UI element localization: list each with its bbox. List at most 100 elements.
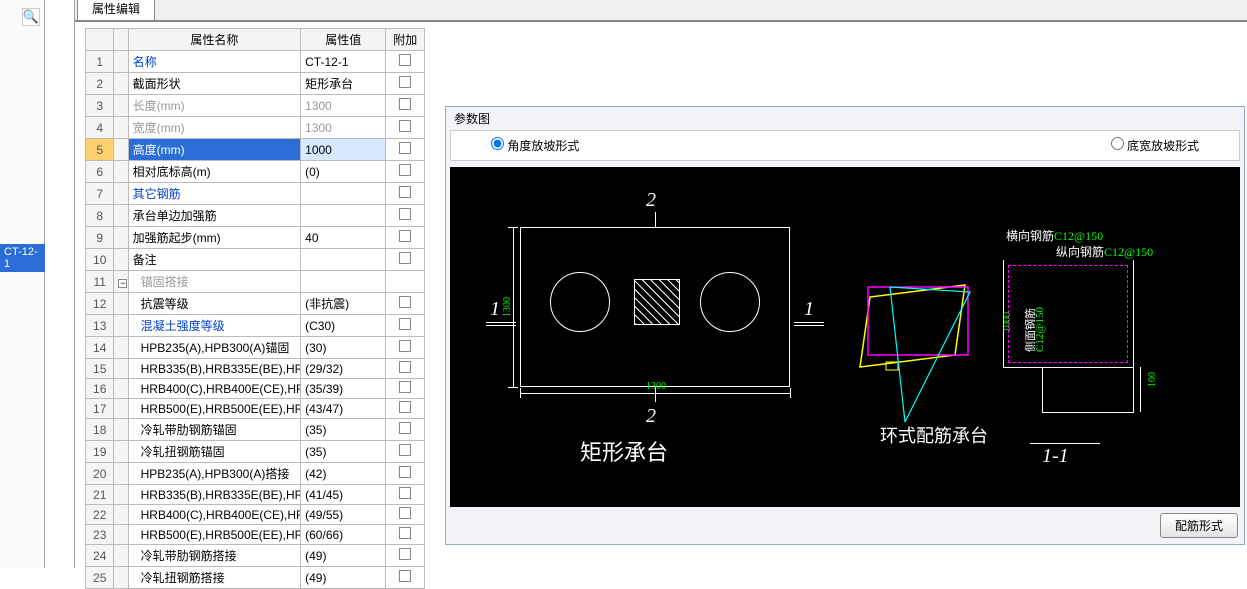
property-value[interactable]: CT-12-1: [301, 51, 386, 73]
col-header-value[interactable]: 属性值: [301, 29, 386, 51]
addon-checkbox[interactable]: [399, 466, 411, 478]
property-value[interactable]: (35/39): [301, 379, 386, 399]
property-name: HRB335(B),HRB335E(BE),HRBF: [128, 359, 301, 379]
addon-checkbox[interactable]: [399, 444, 411, 456]
property-value[interactable]: (35): [301, 441, 386, 463]
property-value[interactable]: (35): [301, 419, 386, 441]
table-row[interactable]: 14HPB235(A),HPB300(A)锚固(30): [86, 337, 425, 359]
table-row[interactable]: 3长度(mm)1300: [86, 95, 425, 117]
radio-angle-slope[interactable]: 角度放坡形式: [491, 137, 579, 154]
table-row[interactable]: 7其它钢筋: [86, 183, 425, 205]
table-row[interactable]: 2截面形状矩形承台: [86, 73, 425, 95]
property-value[interactable]: 1300: [301, 117, 386, 139]
property-value[interactable]: 矩形承台: [301, 73, 386, 95]
addon-cell: [386, 293, 425, 315]
table-row[interactable]: 15HRB335(B),HRB335E(BE),HRBF(29/32): [86, 359, 425, 379]
property-value[interactable]: (29/32): [301, 359, 386, 379]
addon-checkbox[interactable]: [399, 318, 411, 330]
table-row[interactable]: 12抗震等级(非抗震): [86, 293, 425, 315]
table-row[interactable]: 19冷轧扭钢筋锚固(35): [86, 441, 425, 463]
radio-width-slope[interactable]: 底宽放坡形式: [1111, 137, 1199, 154]
addon-checkbox[interactable]: [399, 422, 411, 434]
tab-property-edit[interactable]: 属性编辑: [77, 0, 155, 20]
property-value[interactable]: (C30): [301, 315, 386, 337]
addon-cell: [386, 567, 425, 589]
addon-checkbox[interactable]: [399, 98, 411, 110]
table-row[interactable]: 20HPB235(A),HPB300(A)搭接(42): [86, 463, 425, 485]
property-value[interactable]: 40: [301, 227, 386, 249]
property-value[interactable]: 1300: [301, 95, 386, 117]
property-name: 长度(mm): [128, 95, 301, 117]
property-value[interactable]: (43/47): [301, 399, 386, 419]
addon-checkbox[interactable]: [399, 296, 411, 308]
table-row[interactable]: 9加强筋起步(mm)40: [86, 227, 425, 249]
table-row[interactable]: 18冷轧带肋钢筋锚固(35): [86, 419, 425, 441]
addon-checkbox[interactable]: [399, 186, 411, 198]
addon-checkbox[interactable]: [399, 401, 411, 413]
addon-checkbox[interactable]: [399, 570, 411, 582]
table-row[interactable]: 25冷轧扭钢筋搭接(49): [86, 567, 425, 589]
property-value[interactable]: (60/66): [301, 525, 386, 545]
property-name: 锚固搭接: [128, 271, 301, 293]
tree-node-selected[interactable]: CT-12-1: [0, 244, 45, 272]
table-row[interactable]: 8承台单边加强筋: [86, 205, 425, 227]
property-value[interactable]: (30): [301, 337, 386, 359]
addon-checkbox[interactable]: [399, 54, 411, 66]
table-row[interactable]: 24冷轧带肋钢筋搭接(49): [86, 545, 425, 567]
table-row[interactable]: 22HRB400(C),HRB400E(CE),HRBF(49/55): [86, 505, 425, 525]
table-row[interactable]: 6相对底标高(m)(0): [86, 161, 425, 183]
addon-cell: [386, 51, 425, 73]
property-value[interactable]: (49): [301, 567, 386, 589]
addon-checkbox[interactable]: [399, 487, 411, 499]
table-row[interactable]: 16HRB400(C),HRB400E(CE),HRBF(35/39): [86, 379, 425, 399]
table-row[interactable]: 10备注: [86, 249, 425, 271]
addon-checkbox[interactable]: [399, 230, 411, 242]
table-row[interactable]: 13混凝土强度等级(C30): [86, 315, 425, 337]
search-icon[interactable]: 🔍: [22, 8, 40, 26]
property-value[interactable]: (42): [301, 463, 386, 485]
addon-checkbox[interactable]: [399, 361, 411, 373]
addon-checkbox[interactable]: [399, 507, 411, 519]
property-value[interactable]: (非抗震): [301, 293, 386, 315]
property-name: 名称: [128, 51, 301, 73]
property-value[interactable]: [301, 249, 386, 271]
addon-checkbox[interactable]: [399, 527, 411, 539]
addon-checkbox[interactable]: [399, 381, 411, 393]
property-value[interactable]: 1000: [301, 139, 386, 161]
addon-checkbox[interactable]: [399, 120, 411, 132]
col-header-name: 属性名称: [128, 29, 301, 51]
rebar-form-button[interactable]: 配筋形式: [1160, 513, 1238, 538]
addon-checkbox[interactable]: [399, 252, 411, 264]
table-row[interactable]: 21HRB335(B),HRB335E(BE),HRBF(41/45): [86, 485, 425, 505]
property-value[interactable]: [301, 183, 386, 205]
addon-checkbox[interactable]: [399, 548, 411, 560]
addon-cell: [386, 183, 425, 205]
property-link[interactable]: 高度(mm): [133, 143, 185, 157]
col-header-addon: 附加: [386, 29, 425, 51]
addon-checkbox[interactable]: [399, 340, 411, 352]
property-table: 属性名称 属性值 附加 1名称CT-12-12截面形状矩形承台3长度(mm)13…: [85, 28, 425, 589]
addon-checkbox[interactable]: [399, 142, 411, 154]
addon-cell: [386, 337, 425, 359]
table-row[interactable]: 1名称CT-12-1: [86, 51, 425, 73]
table-row[interactable]: 5高度(mm)1000: [86, 139, 425, 161]
addon-checkbox[interactable]: [399, 164, 411, 176]
collapse-icon[interactable]: −: [118, 279, 127, 288]
table-row[interactable]: 17HRB500(E),HRB500E(EE),HRBF(43/47): [86, 399, 425, 419]
property-link[interactable]: 混凝土强度等级: [141, 319, 225, 333]
property-name: 冷轧扭钢筋搭接: [128, 567, 301, 589]
addon-checkbox[interactable]: [399, 208, 411, 220]
table-row[interactable]: 23HRB500(E),HRB500E(EE),HRBF(60/66): [86, 525, 425, 545]
property-value[interactable]: (49): [301, 545, 386, 567]
property-value[interactable]: (49/55): [301, 505, 386, 525]
property-value[interactable]: [301, 205, 386, 227]
property-value[interactable]: (0): [301, 161, 386, 183]
table-row[interactable]: 4宽度(mm)1300: [86, 117, 425, 139]
table-row[interactable]: 11−锚固搭接: [86, 271, 425, 293]
diagram-fieldset: 参数图 角度放坡形式 底宽放坡形式 2 2: [445, 106, 1245, 545]
property-link[interactable]: 名称: [133, 55, 157, 69]
property-link[interactable]: 其它钢筋: [133, 187, 181, 201]
property-value[interactable]: (41/45): [301, 485, 386, 505]
property-value[interactable]: [301, 271, 386, 293]
addon-checkbox[interactable]: [399, 76, 411, 88]
